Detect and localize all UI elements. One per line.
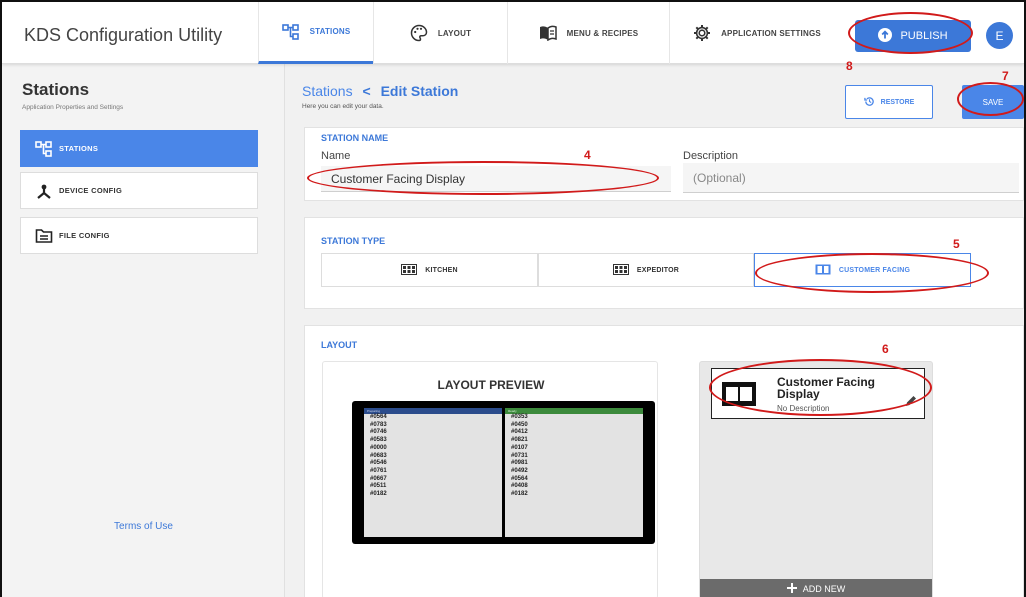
order-number: #0761	[370, 467, 387, 474]
tab-application-settings[interactable]: APPLICATION SETTINGS	[669, 2, 844, 64]
layout-heading: LAYOUT	[321, 340, 358, 350]
tab-layout-label: LAYOUT	[437, 28, 472, 38]
annotation-number: 7	[1002, 69, 1009, 83]
preview-preparing-column: Preparing #0564 #0783 #0746 #0583 #0000 …	[364, 408, 502, 537]
terms-of-use-link[interactable]: Terms of Use	[2, 521, 285, 532]
station-type-heading: STATION TYPE	[321, 236, 386, 246]
order-number: #0564	[370, 414, 387, 420]
annotation-number: 5	[953, 237, 960, 251]
tab-application-settings-label: APPLICATION SETTINGS	[721, 28, 821, 38]
order-number: #0683	[370, 452, 387, 459]
station-type-label: EXPEDITOR	[636, 266, 680, 274]
sidebar-item-file-config[interactable]: FILE CONFIG	[20, 217, 258, 254]
annotation-ellipse	[957, 82, 1024, 116]
file-icon	[35, 228, 53, 246]
order-number: #0667	[370, 475, 387, 482]
station-type-label: KITCHEN	[425, 266, 458, 274]
sidebar-title: Stations	[22, 80, 90, 99]
layout-preview-card: LAYOUT PREVIEW Preparing #0564 #0783 #07…	[322, 361, 658, 597]
add-new-button[interactable]: ADD NEW	[700, 579, 932, 597]
device-hub-icon	[35, 183, 53, 201]
monitor-icon	[612, 263, 629, 277]
order-number: #0981	[511, 460, 528, 467]
order-number: #0450	[511, 421, 528, 428]
app-title: KDS Configuration Utility	[24, 25, 223, 45]
sidebar-item-stations[interactable]: STATIONS	[20, 130, 258, 167]
palette-icon	[410, 24, 428, 42]
order-number: #0564	[511, 475, 528, 482]
order-number: #0731	[511, 452, 528, 459]
sidebar-item-label: DEVICE CONFIG	[59, 186, 123, 195]
history-icon	[863, 96, 875, 109]
restore-label: RESTORE	[880, 98, 915, 106]
annotation-ellipse	[307, 161, 659, 195]
order-number: #0583	[370, 437, 387, 444]
order-number: #0182	[370, 491, 387, 498]
order-number: #0511	[370, 483, 387, 490]
page-subtitle: Here you can edit your data.	[302, 103, 384, 110]
restore-button[interactable]: RESTORE	[845, 85, 933, 119]
gear-icon	[693, 24, 711, 42]
order-number: #0182	[511, 491, 528, 498]
order-number: #0353	[511, 414, 528, 420]
monitor-icon	[401, 263, 418, 277]
breadcrumb-stations-link[interactable]: Stations	[302, 83, 353, 99]
order-number: #0492	[511, 467, 528, 474]
sidebar: Stations Application Properties and Sett…	[2, 64, 285, 597]
order-number: #0746	[370, 429, 387, 436]
breadcrumb-separator: <	[362, 83, 371, 99]
book-icon	[539, 25, 557, 41]
annotation-number: 6	[882, 342, 889, 356]
sidebar-item-device-config[interactable]: DEVICE CONFIG	[20, 172, 258, 209]
order-number: #0821	[511, 437, 528, 444]
breadcrumb: Stations < Edit Station	[302, 83, 458, 99]
order-number: #0408	[511, 483, 528, 490]
sidebar-subtitle: Application Properties and Settings	[22, 104, 124, 111]
tab-menu-recipes-label: MENU & RECIPES	[566, 28, 639, 38]
annotation-number: 8	[846, 59, 853, 73]
order-number: #0546	[370, 460, 387, 467]
annotation-ellipse	[848, 12, 973, 54]
avatar[interactable]: E	[986, 22, 1013, 49]
breadcrumb-current: Edit Station	[380, 83, 459, 99]
description-input[interactable]: (Optional)	[683, 163, 1019, 193]
tab-stations[interactable]: STATIONS	[258, 2, 373, 64]
order-number: #0783	[370, 421, 387, 428]
order-number: #0107	[511, 444, 528, 451]
tab-layout[interactable]: LAYOUT	[373, 2, 507, 64]
stations-icon	[281, 23, 300, 40]
description-label: Description	[683, 150, 739, 162]
preview-ready-column: Ready #0353 #0450 #0412 #0821 #0107 #073…	[505, 408, 643, 537]
station-type-expeditor[interactable]: EXPEDITOR	[538, 253, 754, 287]
annotation-ellipse	[709, 359, 932, 416]
order-number: #0412	[511, 429, 528, 436]
layout-preview-screen: Preparing #0564 #0783 #0746 #0583 #0000 …	[352, 401, 655, 544]
station-name-heading: STATION NAME	[321, 133, 389, 143]
stations-icon	[35, 141, 53, 159]
annotation-ellipse	[755, 253, 989, 293]
order-number: #0000	[370, 444, 387, 451]
sidebar-item-label: FILE CONFIG	[59, 231, 110, 240]
add-new-label: ADD NEW	[802, 584, 846, 594]
layout-preview-title: LAYOUT PREVIEW	[437, 378, 545, 392]
sidebar-item-label: STATIONS	[59, 144, 99, 153]
tab-stations-label: STATIONS	[309, 27, 351, 36]
annotation-number: 4	[584, 148, 591, 162]
tab-menu-recipes[interactable]: MENU & RECIPES	[507, 2, 669, 64]
name-label: Name	[321, 150, 351, 162]
plus-icon	[786, 583, 797, 595]
station-type-kitchen[interactable]: KITCHEN	[321, 253, 538, 287]
